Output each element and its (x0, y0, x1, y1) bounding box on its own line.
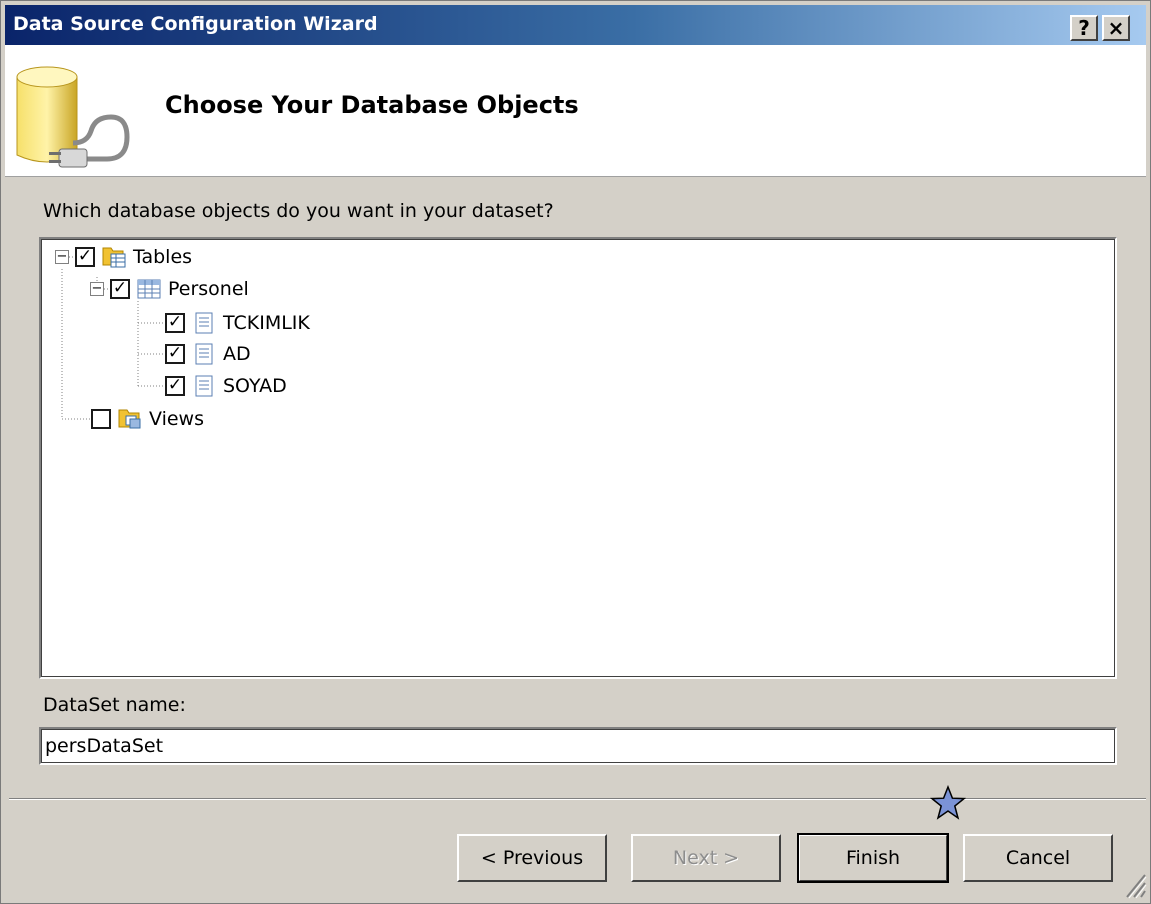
column-icon (195, 312, 213, 334)
title-bar: Data Source Configuration Wizard ? × (5, 5, 1146, 45)
tree-node-label: SOYAD (223, 375, 287, 397)
collapse-tables-icon[interactable]: − (55, 250, 69, 264)
tree-node-ad[interactable]: ✓ AD (165, 340, 251, 368)
tree-node-views[interactable]: Views (91, 405, 204, 433)
database-objects-tree[interactable]: − ✓ Tables − ✓ Personel ✓ TCKIMLIK ✓ AD … (39, 237, 1117, 679)
tables-checkbox[interactable]: ✓ (75, 247, 95, 267)
help-button[interactable]: ? (1070, 15, 1098, 41)
finish-button[interactable]: Finish (797, 833, 949, 883)
tree-connector-lines (61, 256, 165, 420)
cancel-button[interactable]: Cancel (963, 834, 1113, 882)
database-plug-icon (16, 66, 130, 168)
previous-button[interactable]: < Previous (457, 834, 607, 882)
dataset-name-input[interactable] (39, 727, 1117, 765)
tree-node-label: Tables (133, 246, 193, 268)
tree-node-tables[interactable]: − ✓ Tables (55, 243, 192, 271)
tree-node-label: TCKIMLIK (223, 312, 310, 334)
column-icon (195, 343, 213, 365)
dataset-name-label: DataSet name: (43, 694, 186, 716)
objects-prompt-label: Which database objects do you want in yo… (43, 200, 554, 222)
tree-node-label: Personel (168, 278, 249, 300)
column-icon (195, 375, 213, 397)
soyad-checkbox[interactable]: ✓ (165, 376, 185, 396)
tckimlik-checkbox[interactable]: ✓ (165, 313, 185, 333)
wizard-header: Choose Your Database Objects (5, 45, 1146, 177)
tree-node-soyad[interactable]: ✓ SOYAD (165, 372, 287, 400)
tree-node-label: AD (223, 343, 251, 365)
star-icon (930, 785, 966, 820)
views-checkbox[interactable] (91, 409, 111, 429)
folder-views-icon (118, 409, 141, 429)
page-title: Choose Your Database Objects (165, 91, 579, 119)
tree-node-label: Views (149, 408, 204, 430)
collapse-personel-icon[interactable]: − (90, 282, 104, 296)
table-icon (137, 279, 161, 299)
wizard-window: Data Source Configuration Wizard ? × Cho… (0, 0, 1151, 904)
next-button[interactable]: Next > (631, 834, 781, 882)
personel-checkbox[interactable]: ✓ (110, 279, 130, 299)
resize-grip-icon[interactable] (1121, 869, 1147, 899)
tree-node-tckimlik[interactable]: ✓ TCKIMLIK (165, 309, 310, 337)
tree-node-personel[interactable]: − ✓ Personel (90, 275, 249, 303)
window-title: Data Source Configuration Wizard (13, 13, 378, 35)
ad-checkbox[interactable]: ✓ (165, 344, 185, 364)
folder-tables-icon (102, 247, 126, 268)
button-area-separator (9, 798, 1146, 800)
close-button[interactable]: × (1102, 15, 1130, 41)
